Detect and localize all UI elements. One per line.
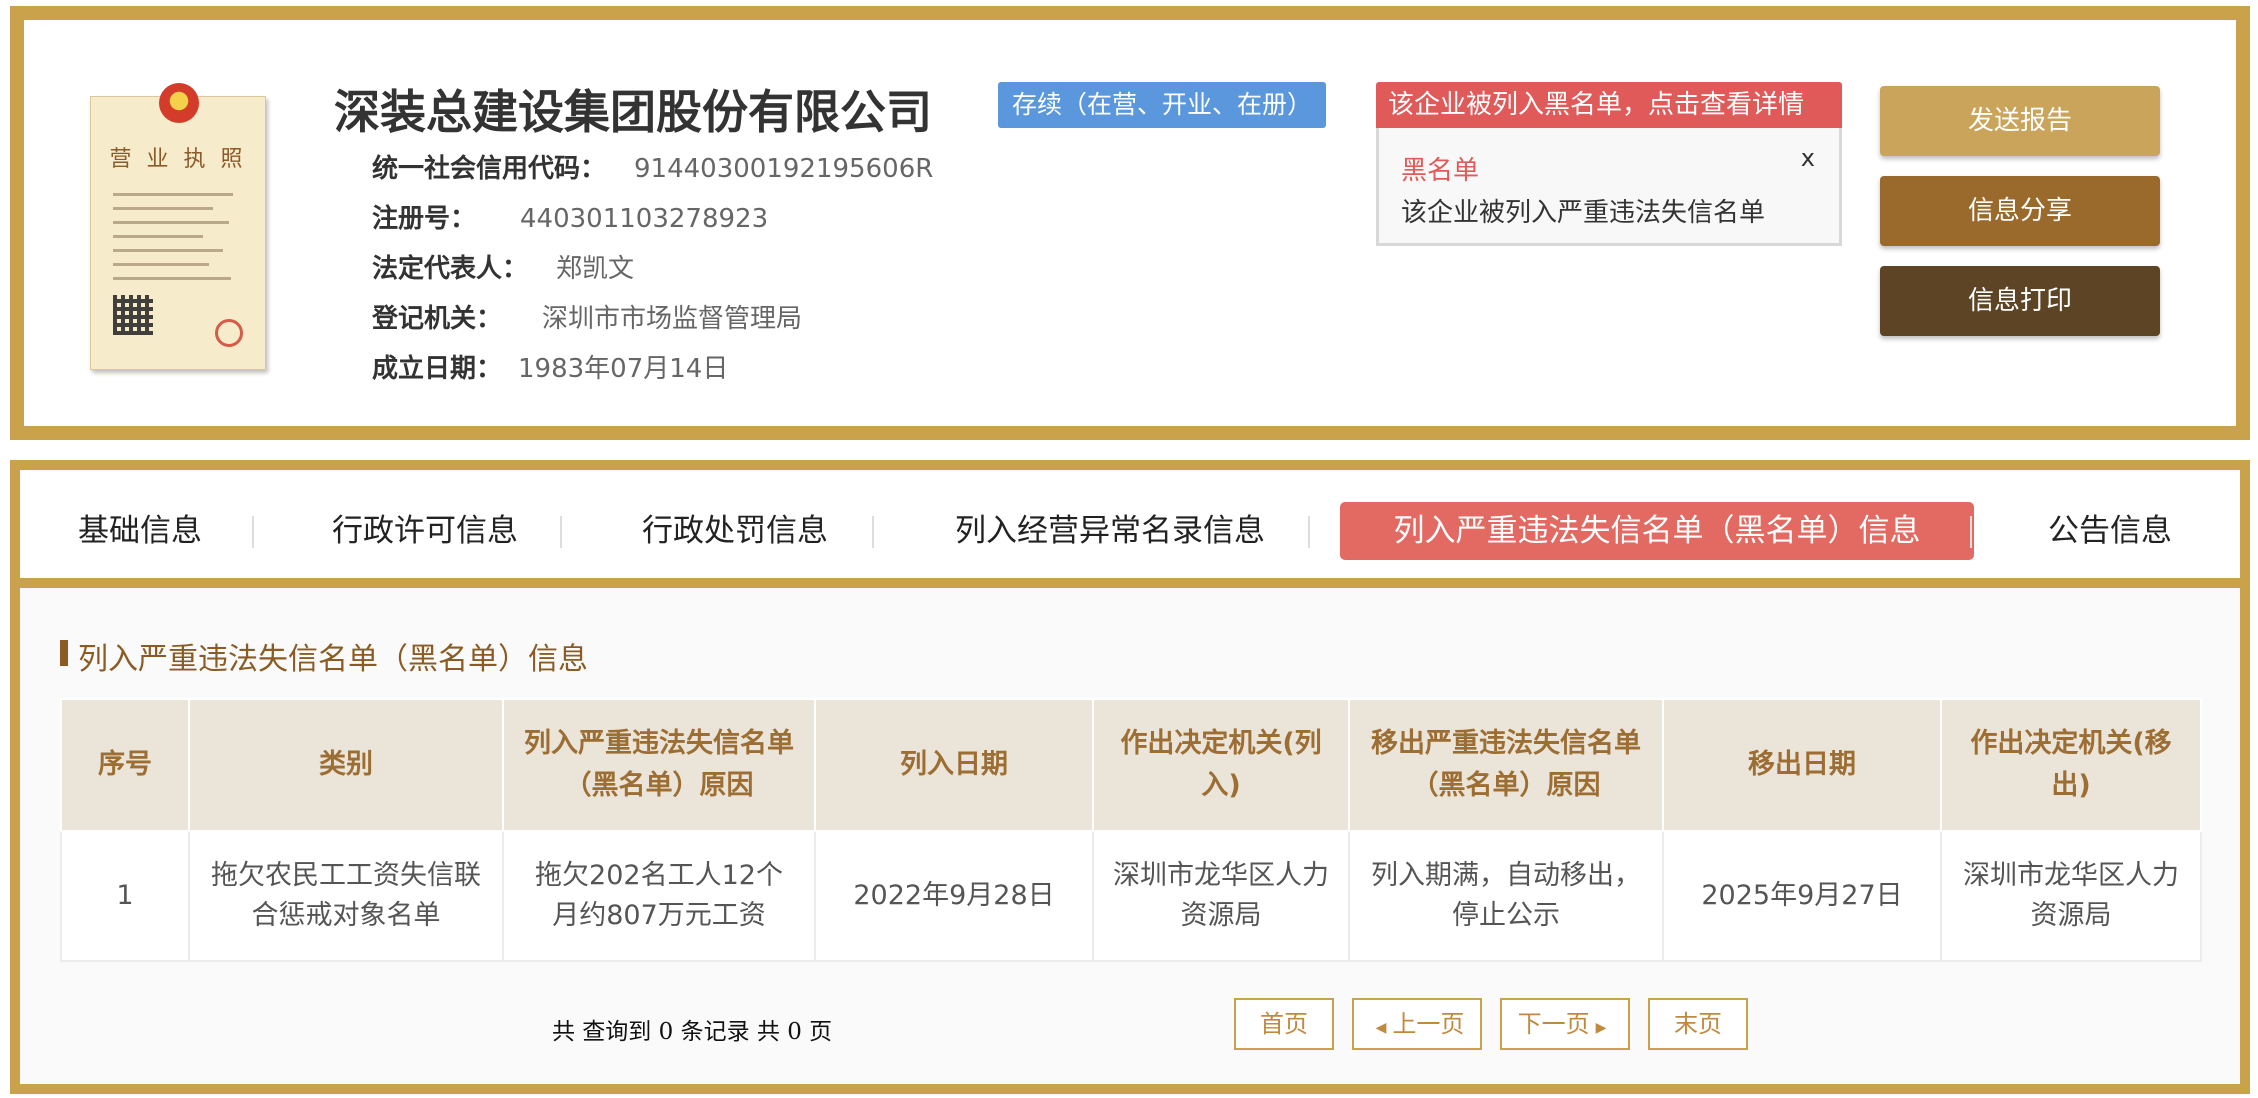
section-title: 列入严重违法失信名单（黑名单）信息	[60, 634, 588, 678]
caret-right-icon: ▶	[1595, 1020, 1607, 1036]
license-text-line	[113, 235, 203, 238]
next-page-label: 下一页	[1517, 1010, 1590, 1038]
cell-listing-date: 2022年9月28日	[814, 830, 1094, 962]
cell-removal-reason: 列入期满，自动移出，停止公示	[1348, 830, 1664, 962]
tab-blacklist[interactable]: 列入严重违法失信名单（黑名单）信息	[1340, 502, 1974, 560]
table-header-row: 序号 类别 列入严重违法失信名单（黑名单）原因 列入日期 作出决定机关(列入) …	[60, 698, 2202, 832]
license-title: 营 业 执 照	[109, 147, 247, 172]
caret-left-icon: ◀	[1375, 1020, 1387, 1036]
col-header-listing-reason: 列入严重违法失信名单（黑名单）原因	[502, 698, 816, 832]
field-label: 注册号：	[372, 204, 477, 234]
tab-abnormal-operation[interactable]: 列入经营异常名录信息	[930, 502, 1290, 560]
field-value: 深圳市市场监督管理局	[542, 304, 803, 334]
share-info-button[interactable]: 信息分享	[1880, 176, 2160, 246]
license-text-line	[113, 193, 233, 196]
blacklist-table: 序号 类别 列入严重违法失信名单（黑名单）原因 列入日期 作出决定机关(列入) …	[60, 698, 2202, 962]
field-value: 440301103278923	[520, 204, 769, 234]
company-name: 深装总建设集团股份有限公司	[334, 85, 932, 139]
establishment-date-row: 成立日期： 1983年07月14日	[372, 348, 728, 385]
tab-admin-penalty[interactable]: 行政处罚信息	[620, 502, 850, 560]
field-label: 法定代表人：	[372, 254, 529, 284]
tab-basic-info[interactable]: 基础信息	[60, 502, 220, 560]
next-page-button[interactable]: 下一页 ▶	[1500, 998, 1630, 1050]
field-label: 统一社会信用代码：	[372, 154, 607, 184]
col-header-removal-reason: 移出严重违法失信名单（黑名单）原因	[1348, 698, 1664, 832]
blacklist-alert-body: 黑名单 该企业被列入严重违法失信名单 x	[1376, 128, 1842, 246]
registration-number-row: 注册号： 440301103278923	[372, 198, 768, 235]
tab-admin-license[interactable]: 行政许可信息	[310, 502, 540, 560]
tab-announcements[interactable]: 公告信息	[2010, 502, 2210, 560]
cell-listing-reason: 拖欠202名工人12个月约807万元工资	[502, 830, 816, 962]
license-text-line	[113, 207, 213, 210]
print-info-button[interactable]: 信息打印	[1880, 266, 2160, 336]
last-page-button[interactable]: 末页	[1648, 998, 1748, 1050]
tab-divider	[560, 516, 562, 548]
prev-page-label: 上一页	[1392, 1010, 1465, 1038]
cell-category: 拖欠农民工工资失信联合惩戒对象名单	[188, 830, 504, 962]
credit-code-row: 统一社会信用代码： 91440300192195606R	[372, 148, 933, 185]
cell-index: 1	[60, 830, 190, 962]
pager-summary: 共 查询到 0 条记录 共 0 页	[552, 1019, 833, 1045]
close-icon[interactable]: x	[1801, 144, 1815, 172]
cell-removal-authority: 深圳市龙华区人力资源局	[1940, 830, 2202, 962]
col-header-listing-authority: 作出决定机关(列入)	[1092, 698, 1350, 832]
first-page-label: 首页	[1260, 1010, 1308, 1038]
field-value: 郑凯文	[556, 254, 635, 284]
last-page-label: 末页	[1674, 1010, 1722, 1038]
col-header-removal-date: 移出日期	[1662, 698, 1942, 832]
status-badge: 存续（在营、开业、在册）	[998, 82, 1327, 128]
col-header-removal-authority: 作出决定机关(移出)	[1940, 698, 2202, 832]
col-header-category: 类别	[188, 698, 504, 832]
alert-title: 黑名单	[1401, 156, 1480, 186]
tab-divider	[1308, 516, 1310, 548]
tab-divider	[252, 516, 254, 548]
alert-message: 该企业被列入严重违法失信名单	[1401, 198, 1766, 228]
tab-divider	[1970, 516, 1972, 548]
cell-removal-date: 2025年9月27日	[1662, 830, 1942, 962]
cell-listing-authority: 深圳市龙华区人力资源局	[1092, 830, 1350, 962]
official-seal-icon	[215, 319, 243, 347]
national-emblem-icon	[159, 83, 199, 123]
tab-bar: 基础信息 行政许可信息 行政处罚信息 列入经营异常名录信息 列入严重违法失信名单…	[20, 470, 2240, 588]
license-text-line	[113, 277, 231, 280]
field-value: 1983年07月14日	[518, 354, 729, 384]
tab-divider	[872, 516, 874, 548]
table-row: 1 拖欠农民工工资失信联合惩戒对象名单 拖欠202名工人12个月约807万元工资…	[60, 830, 2202, 962]
field-label: 成立日期：	[372, 354, 503, 384]
field-label: 登记机关：	[372, 304, 503, 334]
col-header-index: 序号	[60, 698, 190, 832]
blacklist-alert: 该企业被列入黑名单，点击查看详情 黑名单 该企业被列入严重违法失信名单 x	[1376, 82, 1842, 246]
first-page-button[interactable]: 首页	[1234, 998, 1334, 1050]
send-report-button[interactable]: 发送报告	[1880, 86, 2160, 156]
field-value: 91440300192195606R	[634, 154, 934, 184]
license-text-line	[113, 249, 223, 252]
legal-representative-row: 法定代表人： 郑凯文	[372, 248, 634, 285]
license-text-line	[113, 221, 229, 224]
license-text-line	[113, 263, 209, 266]
prev-page-button[interactable]: ◀ 上一页	[1352, 998, 1482, 1050]
registration-authority-row: 登记机关： 深圳市市场监督管理局	[372, 298, 802, 335]
col-header-listing-date: 列入日期	[814, 698, 1094, 832]
business-license-image[interactable]: 营 业 执 照	[90, 83, 266, 370]
qr-code-icon	[113, 295, 153, 335]
blacklist-alert-link[interactable]: 该企业被列入黑名单，点击查看详情	[1376, 82, 1842, 128]
